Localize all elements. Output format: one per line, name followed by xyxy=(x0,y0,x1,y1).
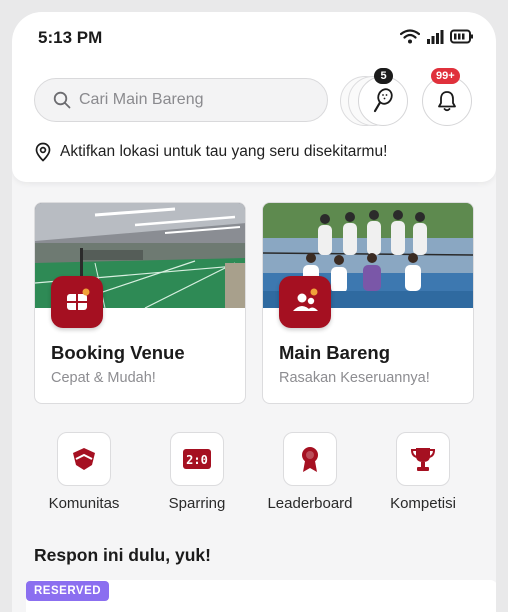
phone-screen: 5:13 PM Cari Main Bareng 5 99+ Aktifkan … xyxy=(12,12,496,612)
trophy-icon xyxy=(396,432,450,486)
svg-text:2:0: 2:0 xyxy=(186,453,208,467)
search-bar[interactable]: Cari Main Bareng xyxy=(34,78,328,122)
search-placeholder: Cari Main Bareng xyxy=(79,91,204,108)
medal-icon xyxy=(283,432,337,486)
home-header: 5:13 PM Cari Main Bareng 5 99+ Aktifkan … xyxy=(12,12,496,182)
menu-label: Sparring xyxy=(168,495,226,512)
bell-icon xyxy=(438,91,456,112)
card-title: Booking Venue xyxy=(51,342,185,363)
menu-leaderboard[interactable]: Leaderboard xyxy=(255,432,365,512)
location-prompt[interactable]: Aktifkan lokasi untuk tau yang seru dise… xyxy=(34,142,387,162)
group-icon xyxy=(279,276,331,328)
battery-icon xyxy=(450,29,473,44)
menu-kompetisi[interactable]: Kompetisi xyxy=(368,432,478,512)
section-title: Respon ini dulu, yuk! xyxy=(34,545,211,565)
search-icon xyxy=(53,91,71,109)
status-time: 5:13 PM xyxy=(38,28,103,47)
signal-icon xyxy=(427,30,444,44)
menu-label: Komunitas xyxy=(48,495,120,512)
wifi-icon xyxy=(400,29,420,44)
card-subtitle: Rasakan Keseruannya! xyxy=(279,370,430,386)
venue-icon xyxy=(51,276,103,328)
racket-count-badge: 5 xyxy=(374,68,393,84)
menu-sparring[interactable]: 2:0 Sparring xyxy=(142,432,252,512)
menu-komunitas[interactable]: Komunitas xyxy=(29,432,139,512)
racket-icon xyxy=(373,88,393,113)
location-text: Aktifkan lokasi untuk tau yang seru dise… xyxy=(60,143,388,160)
card-subtitle: Cepat & Mudah! xyxy=(51,370,156,386)
menu-label: Kompetisi xyxy=(390,495,456,512)
scoreboard-icon: 2:0 xyxy=(170,432,224,486)
shield-icon xyxy=(57,432,111,486)
status-icons xyxy=(400,29,474,44)
notification-count-badge: 99+ xyxy=(431,68,460,84)
booking-venue-card[interactable]: Booking Venue Cepat & Mudah! xyxy=(34,202,246,404)
main-bareng-card[interactable]: Main Bareng Rasakan Keseruannya! xyxy=(262,202,474,404)
card-title: Main Bareng xyxy=(279,342,391,363)
location-pin-icon xyxy=(35,142,51,162)
reserved-tag: RESERVED xyxy=(26,581,110,601)
menu-label: Leaderboard xyxy=(267,495,353,512)
